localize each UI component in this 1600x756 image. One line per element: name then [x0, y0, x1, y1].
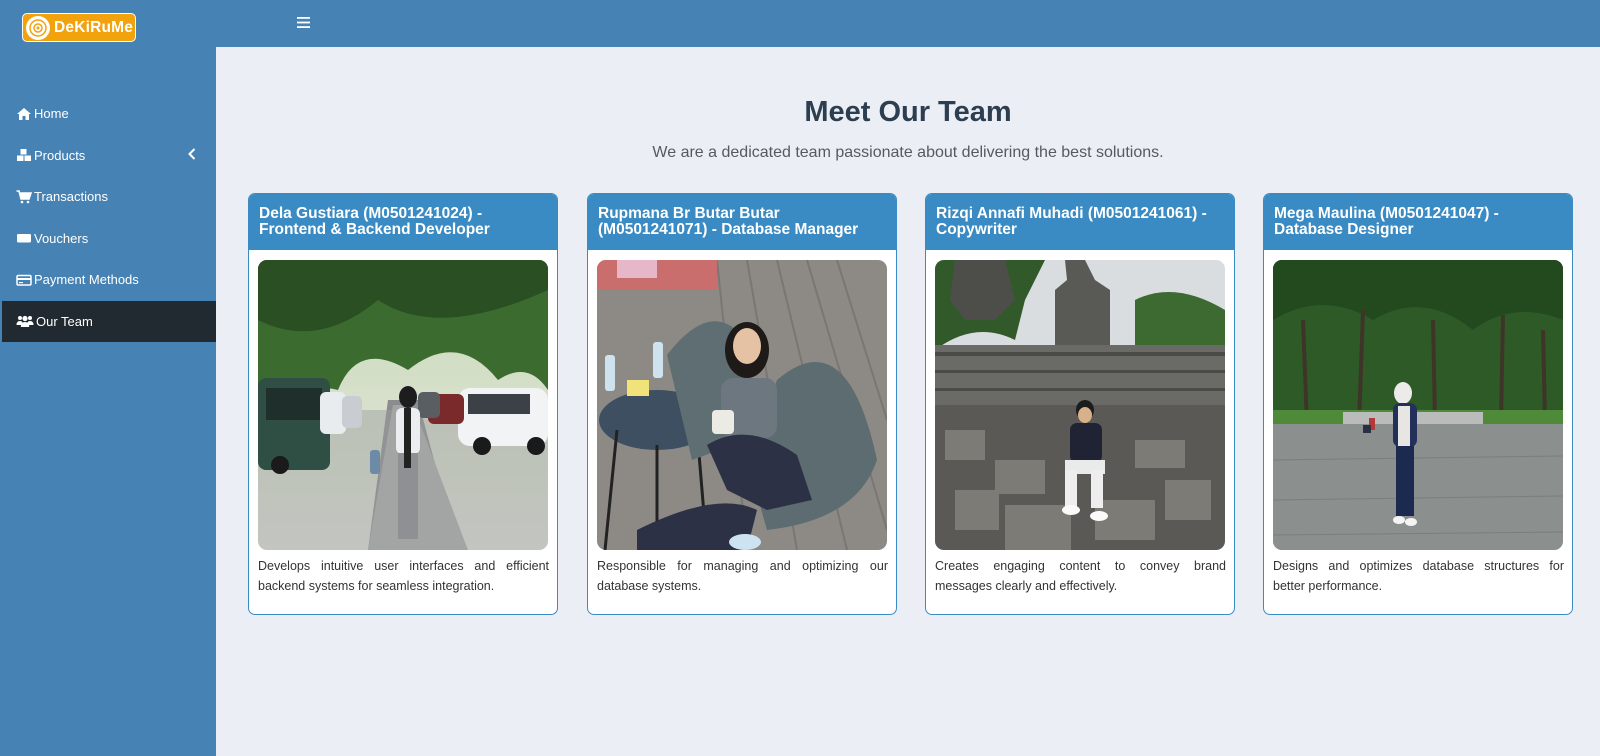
credit-card-icon [16, 273, 32, 287]
logo-mark-icon [26, 15, 50, 40]
sidebar-item-label: Home [34, 106, 69, 122]
sidebar-item-label: Products [34, 147, 86, 163]
team-member-photo [597, 260, 887, 550]
home-icon [16, 107, 32, 121]
team-card: Dela Gustiara (M0501241024) - Frontend &… [248, 193, 558, 615]
chevron-left-icon[interactable] [188, 147, 196, 163]
sidebar-item-label: Transactions [34, 189, 108, 205]
team-card-header: Mega Maulina (M0501241047) - Database De… [1264, 194, 1572, 250]
team-card-header: Dela Gustiara (M0501241024) - Frontend &… [249, 194, 557, 250]
team-card-header: Rizqi Annafi Muhadi (M0501241061) - Copy… [926, 194, 1234, 250]
team-card-description: Responsible for managing and optimizing … [597, 559, 888, 593]
boxes-icon [16, 148, 32, 162]
team-card: Rupmana Br Butar Butar (M0501241071) - D… [587, 193, 897, 615]
sidebar-nav: Home Products Transactions Vouchers Paym… [0, 93, 216, 342]
brand-name: DeKiRuMe [54, 18, 134, 36]
sidebar-item-vouchers[interactable]: Vouchers [0, 218, 216, 260]
sidebar-item-products[interactable]: Products [0, 135, 216, 177]
users-icon [16, 314, 34, 328]
brand-logo[interactable]: DeKiRuMe [22, 13, 136, 42]
sidebar: DeKiRuMe Home Products Transactions Vouc… [0, 0, 216, 756]
team-member-photo [258, 260, 548, 550]
team-member-photo [1273, 260, 1563, 550]
topbar [216, 0, 1600, 47]
team-card: Mega Maulina (M0501241047) - Database De… [1263, 193, 1573, 615]
sidebar-item-label: Our Team [36, 313, 93, 329]
team-card-header: Rupmana Br Butar Butar (M0501241071) - D… [588, 194, 896, 250]
ticket-icon [16, 231, 32, 245]
team-card-description: Designs and optimizes database structure… [1273, 559, 1564, 593]
sidebar-item-label: Vouchers [34, 230, 89, 246]
team-card-description: Creates engaging content to convey brand… [935, 559, 1226, 593]
sidebar-item-our-team[interactable]: Our Team [2, 300, 216, 342]
page-title: Meet Our Team [804, 96, 1012, 128]
team-card-description: Develops intuitive user interfaces and e… [258, 559, 549, 593]
page-subtitle: We are a dedicated team passionate about… [652, 144, 1164, 161]
team-card: Rizqi Annafi Muhadi (M0501241061) - Copy… [925, 193, 1235, 615]
team-member-photo [935, 260, 1225, 550]
sidebar-item-label: Payment Methods [34, 272, 139, 288]
sidebar-item-home[interactable]: Home [0, 93, 216, 135]
sidebar-item-transactions[interactable]: Transactions [0, 176, 216, 218]
sidebar-item-payment-methods[interactable]: Payment Methods [0, 259, 216, 301]
menu-toggle-icon[interactable] [294, 13, 312, 31]
cart-icon [16, 189, 32, 204]
